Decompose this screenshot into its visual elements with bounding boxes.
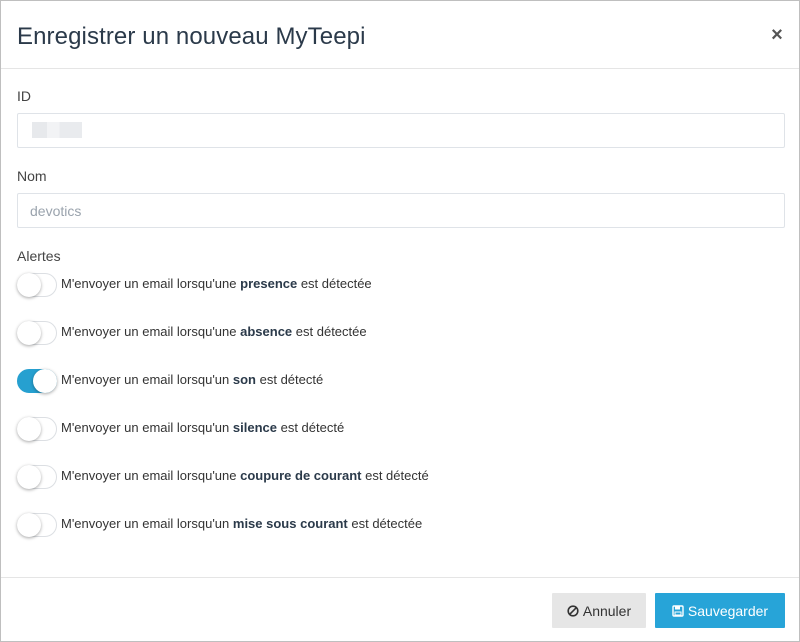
alert-label: M'envoyer un email lorsqu'un son est dét… — [61, 372, 323, 387]
name-label: Nom — [17, 168, 47, 184]
toggle-knob — [17, 273, 41, 297]
alert-label-prefix: M'envoyer un email lorsqu'une — [61, 276, 241, 291]
cancel-button[interactable]: Annuler — [552, 593, 646, 628]
ban-icon — [567, 604, 579, 619]
alert-label: M'envoyer un email lorsqu'une absence es… — [61, 324, 367, 339]
save-button[interactable]: Sauvegarder — [655, 593, 785, 628]
toggle-knob — [33, 369, 57, 393]
alert-label-keyword: son — [232, 372, 257, 387]
alerts-label: Alertes — [17, 248, 61, 264]
alert-row: M'envoyer un email lorsqu'un son est dét… — [17, 369, 777, 393]
toggle-knob — [17, 417, 41, 441]
alert-label: M'envoyer un email lorsqu'une presence e… — [61, 276, 372, 291]
alert-label-suffix: est détecté — [361, 468, 429, 483]
alert-toggle-absence[interactable] — [17, 321, 57, 345]
modal-title: Enregistrer un nouveau MyTeepi — [17, 23, 366, 50]
alert-row: M'envoyer un email lorsqu'une absence es… — [17, 321, 777, 345]
alert-toggle-son[interactable] — [17, 369, 57, 393]
alert-label: M'envoyer un email lorsqu'un silence est… — [61, 420, 344, 435]
close-icon[interactable]: × — [769, 25, 785, 45]
toggle-knob — [17, 513, 41, 537]
alert-label-prefix: M'envoyer un email lorsqu'une — [61, 324, 241, 339]
alert-label-suffix: est détecté — [256, 372, 324, 387]
alert-label-prefix: M'envoyer un email lorsqu'un — [61, 516, 233, 531]
alert-toggle-silence[interactable] — [17, 417, 57, 441]
alert-row: M'envoyer un email lorsqu'un mise sous c… — [17, 513, 777, 537]
id-field[interactable] — [17, 113, 785, 148]
toggle-knob — [17, 465, 41, 489]
alert-label-suffix: est détecté — [276, 420, 345, 435]
alert-label-prefix: M'envoyer un email lorsqu'un — [61, 420, 233, 435]
alert-label-keyword: coupure de courant — [240, 468, 362, 483]
modal-body: ID Nom Alertes M'envoyer un email lorsqu… — [1, 69, 799, 577]
alert-toggle-mise-sous-courant[interactable] — [17, 513, 57, 537]
alert-label: M'envoyer un email lorsqu'un mise sous c… — [61, 516, 422, 531]
register-myteepi-modal: Enregistrer un nouveau MyTeepi × ID Nom … — [0, 0, 800, 642]
alert-label-suffix: est détectée — [347, 516, 423, 531]
alert-label-keyword: mise sous courant — [232, 516, 348, 531]
id-value-redacted — [32, 122, 82, 138]
id-label: ID — [17, 88, 31, 104]
alert-toggle-coupure-de-courant[interactable] — [17, 465, 57, 489]
alert-label-keyword: silence — [232, 420, 277, 435]
alert-label-keyword: presence — [240, 276, 298, 291]
alert-row: M'envoyer un email lorsqu'une presence e… — [17, 273, 777, 297]
modal-footer: Annuler Sauvegarder — [1, 577, 799, 641]
save-button-label: Sauvegarder — [687, 602, 769, 619]
floppy-disk-icon — [672, 604, 684, 619]
alert-label-keyword: absence — [240, 324, 293, 339]
modal-header: Enregistrer un nouveau MyTeepi × — [1, 1, 799, 69]
toggle-knob — [17, 321, 41, 345]
alert-label-prefix: M'envoyer un email lorsqu'une — [61, 468, 241, 483]
alert-row: M'envoyer un email lorsqu'un silence est… — [17, 417, 777, 441]
cancel-button-label: Annuler — [582, 602, 632, 619]
name-field[interactable] — [17, 193, 785, 228]
alert-toggle-presence[interactable] — [17, 273, 57, 297]
alert-label-suffix: est détectée — [297, 276, 372, 291]
alert-label: M'envoyer un email lorsqu'une coupure de… — [61, 468, 429, 483]
alert-label-prefix: M'envoyer un email lorsqu'un — [61, 372, 233, 387]
alert-row: M'envoyer un email lorsqu'une coupure de… — [17, 465, 777, 489]
alert-label-suffix: est détectée — [292, 324, 367, 339]
